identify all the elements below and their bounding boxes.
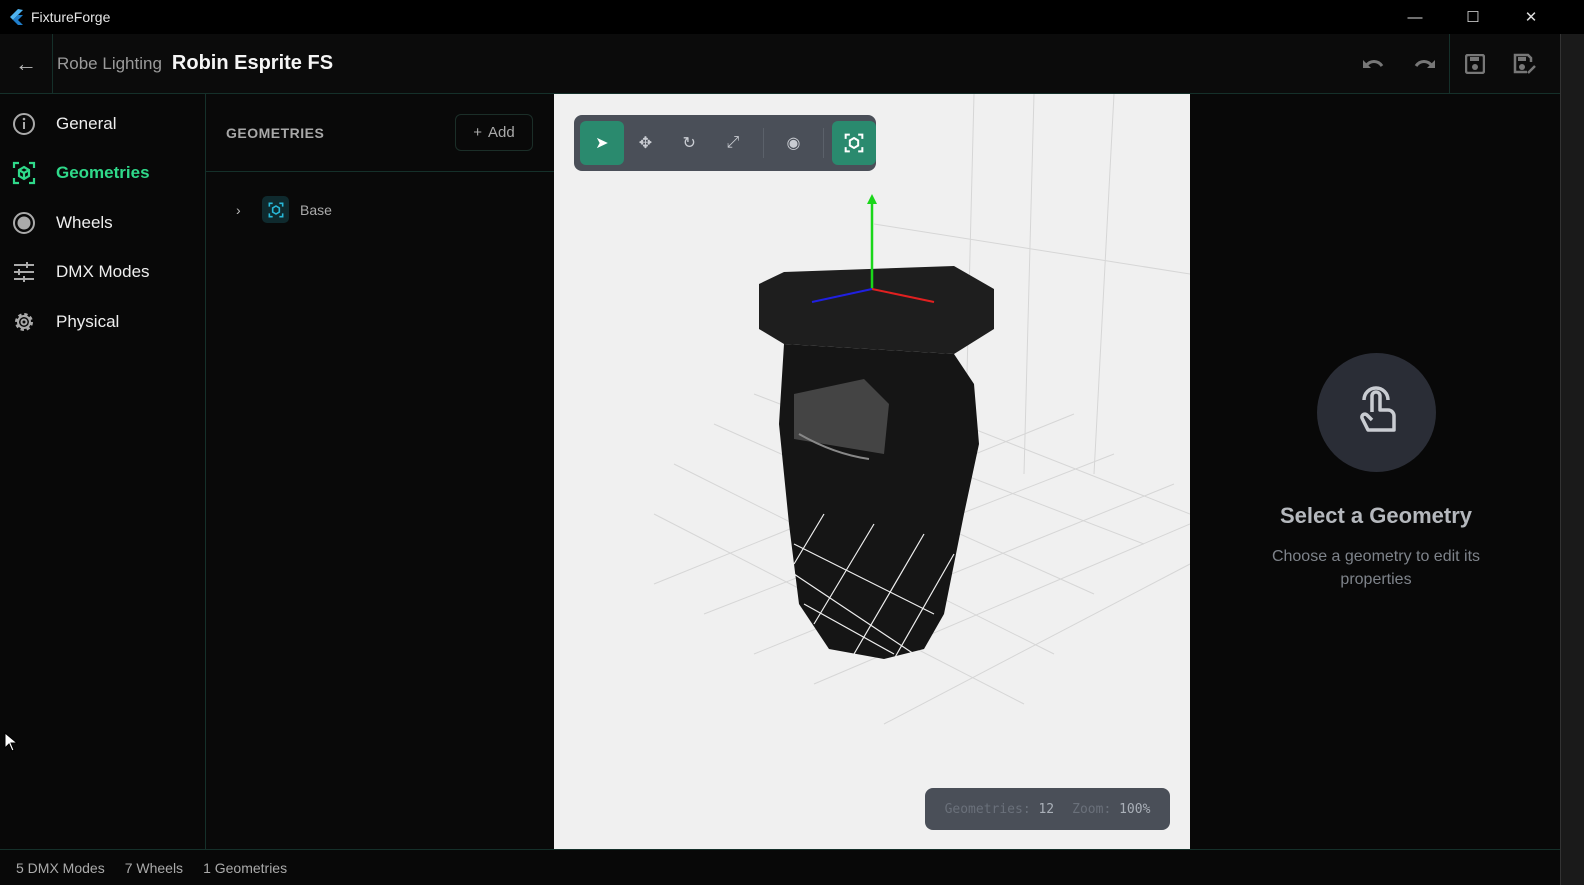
redo-icon (1414, 60, 1435, 68)
scale-tool-button[interactable]: ⤢ (711, 121, 755, 165)
rotate-icon: ↻ (682, 135, 696, 152)
app-title: FixtureForge (31, 9, 111, 25)
header: ← Robe Lighting Robin Esprite FS (0, 33, 1560, 94)
plus-icon: + (473, 124, 483, 141)
gear-icon (12, 310, 36, 334)
geometries-count-value: 12 (1038, 801, 1055, 817)
save-icon (1465, 54, 1485, 74)
empty-state-description: Choose a geometry to edit its properties (1271, 548, 1481, 588)
zoom-value: 100% (1119, 801, 1151, 817)
manufacturer-label: Robe Lighting (57, 53, 162, 73)
mouse-cursor-icon (4, 732, 18, 752)
geometries-count: 1 Geometries (203, 859, 288, 876)
focus-icon: ◉ (786, 135, 801, 152)
zoom-label: Zoom: (1072, 801, 1112, 817)
rotate-tool-button[interactable]: ↻ (667, 121, 711, 165)
close-button[interactable]: ✕ (1502, 0, 1560, 34)
add-geometry-button[interactable]: + Add (455, 114, 533, 151)
properties-panel: Select a Geometry Choose a geometry to e… (1190, 94, 1560, 849)
sidebar-item-label: DMX Modes (56, 262, 150, 282)
focus-button[interactable]: ◉ (772, 121, 816, 165)
sidebar-item-general[interactable]: General (0, 99, 205, 149)
sidebar-item-geometries[interactable]: Geometries (0, 149, 205, 199)
scrollbar[interactable] (1560, 34, 1584, 885)
redo-button[interactable] (1399, 56, 1449, 72)
radio-icon (12, 211, 36, 235)
sidebar-item-wheels[interactable]: Wheels (0, 198, 205, 248)
info-icon (12, 112, 36, 136)
sidebar-item-label: Geometries (56, 163, 150, 183)
pointer-hand-icon (1317, 353, 1436, 472)
divider (823, 128, 825, 158)
move-icon: ✥ (638, 135, 653, 152)
title-bar: FixtureForge — ☐ ✕ (0, 0, 1584, 34)
save-button[interactable] (1450, 54, 1500, 74)
save-edit-icon (1513, 53, 1536, 74)
cube-focus-icon (262, 196, 289, 223)
sidebar-item-physical[interactable]: Physical (0, 297, 205, 347)
tree-item-label: Base (300, 201, 332, 218)
status-bar: 5 DMX Modes 7 Wheels 1 Geometries (0, 849, 1560, 885)
sidebar: General Geometries Wheels DMX Modes Phys… (0, 94, 206, 849)
panel-heading: GEOMETRIES (226, 124, 325, 141)
select-tool-button[interactable]: ➤ (580, 121, 624, 165)
cube-focus-icon (844, 133, 864, 153)
sliders-icon (12, 260, 36, 284)
sidebar-item-label: General (56, 113, 117, 133)
fixture-title: Robin Esprite FS (171, 52, 334, 74)
undo-button[interactable] (1349, 56, 1399, 72)
add-label: Add (488, 124, 515, 141)
transform-toolbar: ➤ ✥ ↻ ⤢ ◉ (574, 115, 877, 171)
save-as-button[interactable] (1500, 53, 1550, 75)
minimize-button[interactable]: — (1386, 0, 1444, 34)
undo-icon (1363, 60, 1384, 68)
move-tool-button[interactable]: ✥ (624, 121, 668, 165)
sidebar-item-label: Wheels (56, 212, 113, 232)
sidebar-item-label: Physical (56, 311, 120, 331)
expand-icon: ⤢ (726, 134, 740, 151)
maximize-button[interactable]: ☐ (1444, 0, 1502, 34)
geometries-count-label: Geometries: (944, 801, 1031, 817)
app-logo-icon (10, 9, 23, 25)
arrow-left-icon: ← (15, 50, 37, 76)
viewport-stats: Geometries: 12 Zoom: 100% (925, 788, 1170, 830)
back-button[interactable]: ← (0, 33, 53, 94)
navigation-arrow-icon: ➤ (595, 135, 609, 152)
3d-scene (653, 94, 1190, 725)
geometries-panel: GEOMETRIES + Add › Base (206, 94, 554, 849)
3d-viewport[interactable]: ➤ ✥ ↻ ⤢ ◉ Geometries: 12 Zoom: 100% (554, 94, 1190, 849)
cube-focus-icon (12, 161, 36, 185)
chevron-right-icon[interactable]: › (236, 202, 262, 218)
sidebar-item-dmx-modes[interactable]: DMX Modes (0, 248, 205, 298)
tree-item-base[interactable]: › Base (206, 196, 554, 223)
geometry-view-button[interactable] (832, 121, 877, 165)
empty-state-title: Select a Geometry (1280, 503, 1472, 528)
divider (762, 128, 764, 158)
wheels-count: 7 Wheels (124, 859, 184, 876)
dmx-modes-count: 5 DMX Modes (16, 859, 105, 876)
